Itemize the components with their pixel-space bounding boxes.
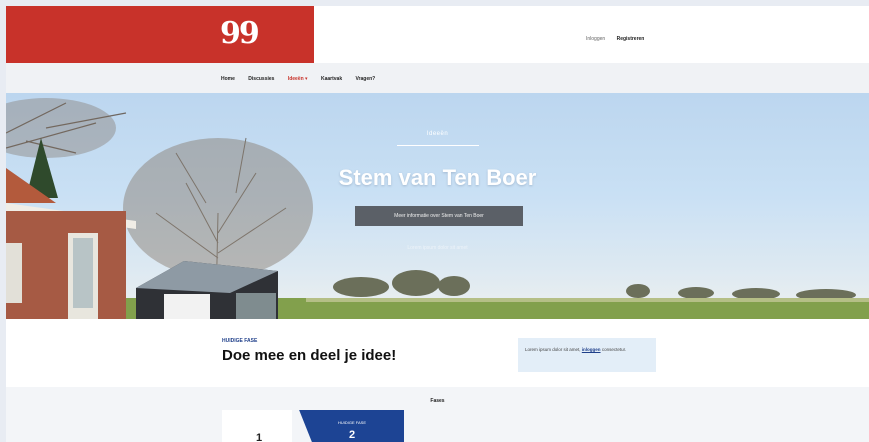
- info-text: Lorem ipsum dolor sit amet,: [525, 347, 581, 352]
- main-navigation: Home Discussies Ideeën ▾ Kaartvak Vragen…: [6, 63, 869, 94]
- hero-kicker: Ideeën: [426, 131, 449, 137]
- more-info-button[interactable]: Meer informatie over Stem van Ten Boer: [355, 206, 523, 226]
- nav-item-ideeen[interactable]: Ideeën ▾: [288, 76, 308, 82]
- hero-title: Stem van Ten Boer: [338, 165, 537, 190]
- phase-step-2-label: HUIDIGE FASE: [337, 420, 366, 425]
- nav-item-home[interactable]: Home: [221, 76, 235, 82]
- info-text-2: consectetur.: [601, 347, 627, 352]
- nav-item-discussies[interactable]: Discussies: [248, 76, 274, 82]
- register-link[interactable]: Registreren: [617, 36, 645, 42]
- nav-menu: Home Discussies Ideeën ▾ Kaartvak Vragen…: [221, 76, 387, 82]
- phase-title: Doe mee en deel je idee!: [222, 347, 397, 364]
- logo-block[interactable]: 99: [6, 6, 314, 63]
- login-info-box: Lorem ipsum dolor sit amet, inloggen con…: [518, 338, 656, 372]
- phase-step-2-number: 2: [348, 429, 356, 441]
- quote-logo-icon[interactable]: 99: [220, 19, 260, 49]
- hero-subtext: Lorem ipsum dolor sit amet: [407, 245, 468, 251]
- site-header: 99 Inloggen Registreren: [6, 6, 869, 63]
- phase-step-2[interactable]: HUIDIGE FASE 2: [299, 410, 404, 442]
- hero-banner: Ideeën Stem van Ten Boer Meer informatie…: [6, 93, 869, 319]
- phase-step-1-number: 1: [256, 432, 263, 442]
- login-link[interactable]: Inloggen: [586, 36, 605, 42]
- phases-heading: Fases: [430, 398, 445, 404]
- current-phase-section: HUIDIGE FASE Doe mee en deel je idee! Lo…: [6, 319, 869, 387]
- phase-step-1[interactable]: 1: [222, 410, 292, 442]
- hero-divider: [397, 145, 479, 146]
- phase-label: HUIDIGE FASE: [222, 338, 258, 344]
- nav-item-vragen[interactable]: Vragen?: [356, 76, 376, 82]
- nav-item-kaartvak[interactable]: Kaartvak: [321, 76, 342, 82]
- page-frame: 99 Inloggen Registreren Home Discussies …: [6, 6, 869, 442]
- info-login-link[interactable]: inloggen: [582, 347, 601, 352]
- auth-links: Inloggen Registreren: [586, 36, 644, 42]
